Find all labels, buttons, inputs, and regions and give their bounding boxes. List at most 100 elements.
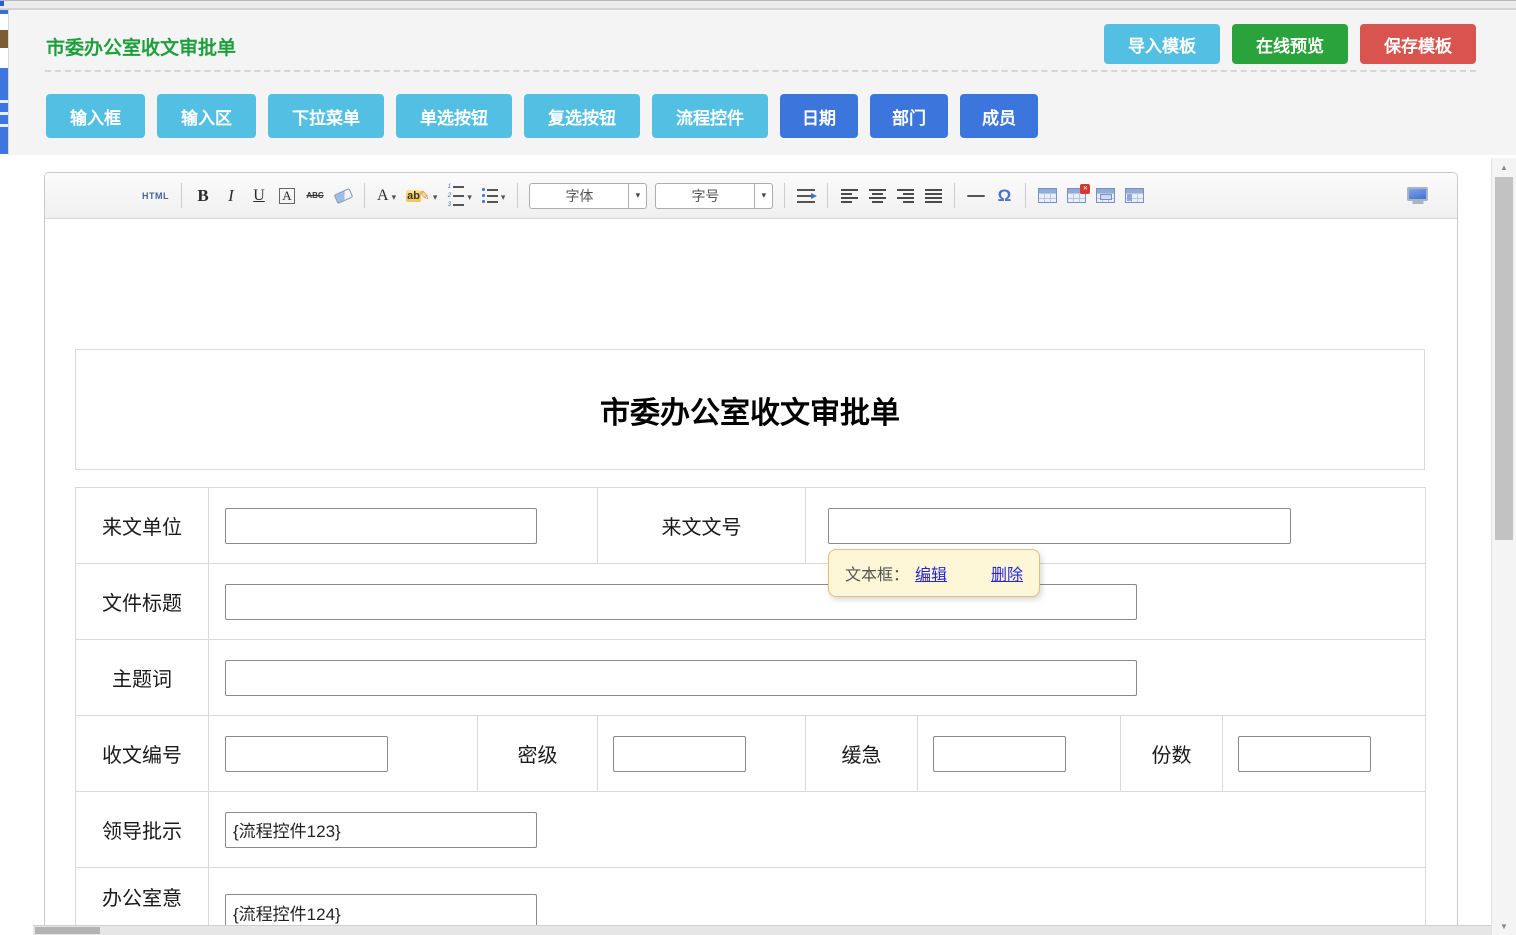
combo-caret-icon[interactable] — [628, 184, 646, 208]
indent-button[interactable] — [794, 182, 818, 210]
ordered-list-icon — [447, 184, 464, 208]
strikethrough-button[interactable]: ABC — [303, 182, 327, 210]
scroll-up-arrow-icon[interactable] — [1492, 158, 1516, 176]
underline-button[interactable]: U — [247, 182, 271, 210]
tooltip-edit-link[interactable]: 编辑 — [915, 567, 947, 584]
align-center-button[interactable] — [865, 182, 889, 210]
table-properties-icon — [1096, 188, 1115, 203]
window-top-edge — [0, 0, 1516, 10]
toolbar-separator — [364, 183, 365, 208]
italic-button[interactable]: I — [219, 182, 243, 210]
tooltip-delete-link[interactable]: 删除 — [991, 567, 1023, 584]
italic-icon: I — [228, 186, 234, 206]
header-action-buttons: 导入模板 在线预览 保存模板 — [1104, 24, 1476, 64]
remove-format-button[interactable] — [331, 182, 355, 210]
field-cell — [209, 564, 1426, 640]
horizontal-scrollbar[interactable] — [33, 925, 1491, 935]
field-cell — [1223, 716, 1426, 792]
online-preview-button[interactable]: 在线预览 — [1232, 24, 1348, 64]
unordered-list-icon — [482, 188, 498, 203]
eraser-icon — [333, 187, 353, 203]
dashed-divider — [45, 70, 1476, 72]
control-dropdown-button[interactable]: 下拉菜单 — [268, 94, 384, 138]
vertical-scroll-thumb[interactable] — [1495, 177, 1513, 540]
control-flow-control-button[interactable]: 流程控件 — [652, 94, 768, 138]
horizontal-scroll-thumb[interactable] — [35, 927, 100, 934]
form-row-source: 来文单位 来文文号 — [76, 488, 1426, 564]
delete-table-button[interactable] — [1064, 182, 1089, 210]
copies-input[interactable] — [1238, 736, 1371, 772]
omega-icon: Ω — [998, 186, 1012, 206]
field-label: 缓急 — [806, 716, 918, 792]
unordered-list-button[interactable] — [479, 182, 509, 210]
strikethrough-icon: ABC — [306, 191, 323, 200]
table-properties-button[interactable] — [1093, 182, 1118, 210]
receipt-number-input[interactable] — [225, 736, 388, 772]
dropdown-caret-icon — [389, 188, 397, 203]
form-row-doc-title: 文件标题 — [76, 564, 1426, 640]
control-input-box-button[interactable]: 输入框 — [46, 94, 145, 138]
left-edge-strip — [0, 0, 8, 935]
font-style-button[interactable]: A — [275, 182, 299, 210]
special-character-button[interactable]: Ω — [992, 182, 1016, 210]
import-template-button[interactable]: 导入模板 — [1104, 24, 1220, 64]
toolbar-separator — [181, 183, 182, 208]
toolbar-separator — [517, 183, 518, 208]
left-strip-blue-sliver — [0, 10, 8, 14]
screen: 市委办公室收文审批单 导入模板 在线预览 保存模板 输入框 输入区 下拉菜单 单… — [0, 0, 1516, 935]
monitor-icon — [1407, 187, 1428, 201]
bold-button[interactable]: B — [191, 182, 215, 210]
save-template-button[interactable]: 保存模板 — [1360, 24, 1476, 64]
control-department-button[interactable]: 部门 — [870, 94, 948, 138]
insert-table-icon — [1038, 188, 1057, 203]
html-source-button[interactable]: HTML — [139, 182, 172, 210]
toolbar-separator — [784, 183, 785, 208]
toolbar-separator — [1025, 183, 1026, 208]
doc-number-input[interactable] — [828, 508, 1291, 544]
dropdown-caret-icon — [498, 188, 506, 203]
secrecy-input[interactable] — [613, 736, 746, 772]
editor-body[interactable]: 市委办公室收文审批单 来文单位 来文文号 文件标题 — [45, 349, 1457, 935]
toolbar-separator — [954, 183, 955, 208]
control-date-button[interactable]: 日期 — [780, 94, 858, 138]
source-unit-input[interactable] — [225, 508, 537, 544]
font-color-button[interactable]: A — [374, 182, 399, 210]
align-left-button[interactable] — [837, 182, 861, 210]
scroll-down-arrow-icon[interactable] — [1492, 918, 1516, 934]
leader-remarks-control[interactable] — [225, 812, 537, 848]
align-right-button[interactable] — [893, 182, 917, 210]
font-color-icon: A — [377, 187, 389, 205]
insert-table-button[interactable] — [1035, 182, 1060, 210]
field-label: 领导批示 — [76, 792, 209, 868]
control-member-button[interactable]: 成员 — [960, 94, 1038, 138]
fullscreen-button[interactable] — [1404, 182, 1431, 210]
subject-input[interactable] — [225, 660, 1137, 696]
dropdown-caret-icon — [430, 188, 438, 203]
dropdown-caret-icon — [464, 188, 472, 203]
font-size-select[interactable]: 字号 — [655, 183, 773, 209]
font-family-select[interactable]: 字体 — [529, 183, 647, 209]
pencil-icon — [421, 188, 430, 204]
editor-panel: HTML B I U A ABC A ab 字体 字号 — [44, 172, 1458, 935]
control-checkbox-button[interactable]: 复选按钮 — [524, 94, 640, 138]
control-input-area-button[interactable]: 输入区 — [157, 94, 256, 138]
field-label: 文件标题 — [76, 564, 209, 640]
align-left-icon — [841, 189, 858, 203]
vertical-scrollbar[interactable] — [1491, 158, 1516, 935]
horizontal-rule-button[interactable] — [964, 182, 988, 210]
form-row-receipt: 收文编号 密级 缓急 份数 — [76, 716, 1426, 792]
field-cell — [209, 488, 598, 564]
control-radio-button[interactable]: 单选按钮 — [396, 94, 512, 138]
field-cell — [209, 792, 1426, 868]
field-label: 收文编号 — [76, 716, 209, 792]
form-title-box: 市委办公室收文审批单 — [75, 349, 1425, 470]
highlight-color-button[interactable]: ab — [403, 182, 440, 210]
urgency-input[interactable] — [933, 736, 1066, 772]
combo-caret-icon[interactable] — [754, 184, 772, 208]
left-strip-blue-block — [0, 68, 8, 154]
toolbar-separator — [827, 183, 828, 208]
cell-properties-button[interactable] — [1122, 182, 1147, 210]
align-justify-button[interactable] — [921, 182, 945, 210]
field-label: 主题词 — [76, 640, 209, 716]
ordered-list-button[interactable] — [444, 182, 475, 210]
